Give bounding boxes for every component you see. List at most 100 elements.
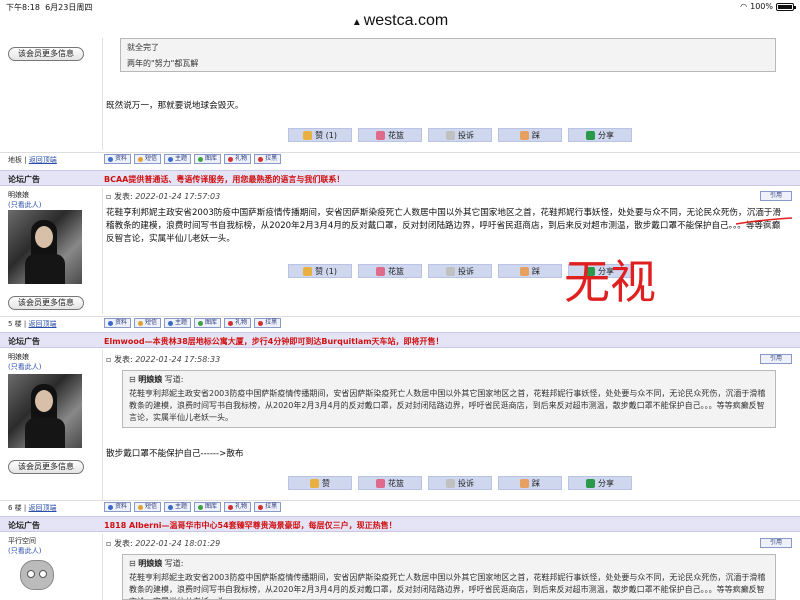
- thumbs-up-icon: [303, 266, 313, 276]
- block-icon: [258, 504, 264, 510]
- back-to-top-link[interactable]: 返回顶端: [29, 320, 57, 328]
- battery-percent: 100%: [750, 2, 773, 11]
- gift-tool[interactable]: 礼物: [224, 502, 252, 512]
- dislike-button[interactable]: 踩: [498, 128, 562, 142]
- block-icon: [258, 156, 264, 162]
- column-divider: [102, 350, 103, 500]
- post-icon: ▫: [106, 539, 112, 548]
- handwritten-annotation: 无视: [564, 217, 793, 306]
- topics-tool[interactable]: 主题: [164, 154, 192, 164]
- poster-name[interactable]: 平行空间: [8, 536, 41, 546]
- topics-icon: [168, 504, 174, 510]
- gift-tool[interactable]: 礼物: [224, 318, 252, 328]
- wifi-icon: ◠: [740, 2, 748, 11]
- dislike-button[interactable]: 踩: [498, 476, 562, 490]
- topics-tool[interactable]: 主题: [164, 502, 192, 512]
- avatar: [8, 210, 82, 284]
- quote-line: 两年的"努力"都瓦解: [127, 59, 199, 68]
- ad-label: 论坛广告: [8, 175, 40, 184]
- quote-icon: ⊟: [129, 559, 136, 568]
- profile-tool[interactable]: 资料: [104, 318, 132, 328]
- topics-tool[interactable]: 主题: [164, 318, 192, 328]
- report-icon: [446, 130, 455, 140]
- poster-info: 明娘娘 (只看此人): [8, 352, 41, 372]
- gift-icon: [228, 504, 234, 510]
- flower-button[interactable]: 花篮: [358, 128, 422, 142]
- share-button[interactable]: 分享: [568, 128, 632, 142]
- gift-tool[interactable]: 礼物: [224, 154, 252, 164]
- url-text: westca.com: [363, 12, 449, 29]
- block-icon: [258, 320, 264, 326]
- reply-quote-button[interactable]: 引用: [760, 191, 792, 201]
- block-tool[interactable]: 拉黑: [254, 318, 282, 328]
- report-button[interactable]: 投诉: [428, 476, 492, 490]
- report-button[interactable]: 投诉: [428, 264, 492, 278]
- tool-icons: 资料 短信 主题 图库 礼物 拉黑: [104, 502, 282, 512]
- like-button[interactable]: 赞 (1): [288, 128, 352, 142]
- back-to-top-link[interactable]: 返回顶端: [29, 504, 57, 512]
- topics-icon: [168, 320, 174, 326]
- gallery-tool[interactable]: 图库: [194, 318, 222, 328]
- floor-label: 5 楼: [8, 320, 22, 328]
- report-icon: [446, 266, 455, 276]
- block-tool[interactable]: 拉黑: [254, 154, 282, 164]
- quote-title: ⊟ 明娘娘 写道:: [129, 559, 184, 568]
- gallery-tool[interactable]: 图库: [194, 502, 222, 512]
- post-icon: ▫: [106, 355, 112, 364]
- like-button[interactable]: 赞: [288, 476, 352, 490]
- post-text: 既然说万一，那就要说地球会毁灭。: [106, 101, 244, 111]
- gallery-tool[interactable]: 图库: [194, 154, 222, 164]
- member-info-button[interactable]: 该会员更多信息: [8, 47, 84, 61]
- like-button[interactable]: 赞 (1): [288, 264, 352, 278]
- post-toolbar: 5 楼 | 返回顶端 资料 短信 主题 图库 礼物 拉黑: [0, 316, 800, 328]
- flower-button[interactable]: 花篮: [358, 264, 422, 278]
- profile-icon: [108, 504, 113, 510]
- column-divider: [102, 534, 103, 600]
- quote-text: 花鞋亨利邦妮主政安省2003防疫中国萨斯疫情传播期间，安省因萨斯染疫死亡人数居中…: [129, 573, 766, 599]
- reply-quote-button[interactable]: 引用: [760, 538, 792, 548]
- post-header: ▫ 发表: 2022-01-24 18:01:29: [106, 539, 221, 548]
- tool-icons: 资料 短信 主题 图库 礼物 拉黑: [104, 154, 282, 164]
- post-date: 2022-01-24 17:58:33: [135, 355, 221, 364]
- share-button[interactable]: 分享: [568, 476, 632, 490]
- reply-quote-button[interactable]: 引用: [760, 354, 792, 364]
- member-info-button[interactable]: 该会员更多信息: [8, 460, 84, 474]
- report-icon: [446, 478, 455, 488]
- back-to-top-link[interactable]: 返回顶端: [29, 156, 57, 164]
- flower-icon: [376, 478, 385, 488]
- thumbs-up-icon: [303, 130, 313, 140]
- tool-icons: 资料 短信 主题 图库 礼物 拉黑: [104, 318, 282, 328]
- message-tool[interactable]: 短信: [134, 318, 162, 328]
- address-bar[interactable]: ▲ westca.com: [0, 12, 800, 38]
- member-info-button[interactable]: 该会员更多信息: [8, 296, 84, 310]
- message-tool[interactable]: 短信: [134, 154, 162, 164]
- post-date: 2022-01-24 17:57:03: [135, 192, 221, 201]
- poster-name[interactable]: 明娘娘: [8, 190, 41, 200]
- profile-tool[interactable]: 资料: [104, 502, 132, 512]
- gallery-icon: [198, 504, 204, 510]
- thumbs-down-icon: [520, 478, 529, 488]
- report-button[interactable]: 投诉: [428, 128, 492, 142]
- lock-icon: ▲: [351, 17, 362, 28]
- flower-button[interactable]: 花篮: [358, 476, 422, 490]
- quote-box: ⊟ 明娘娘 写道: 花鞋亨利邦妮主政安省2003防疫中国萨斯疫情传播期间，安省因…: [122, 370, 776, 428]
- only-this-user-link[interactable]: (只看此人): [8, 200, 41, 210]
- poster-info: 平行空间 (只看此人): [8, 536, 41, 556]
- ad-link[interactable]: 1818 Alberni—温哥华市中心54套臻罕尊贵海景豪邸，每层仅三户，现正热…: [104, 520, 397, 531]
- poster-name[interactable]: 明娘娘: [8, 352, 41, 362]
- column-divider: [102, 188, 103, 314]
- ad-link[interactable]: BCAA提供普通话、粤语传译服务，用您最熟悉的语言与我们联系！: [104, 174, 344, 185]
- dislike-button[interactable]: 踩: [498, 264, 562, 278]
- floor-label: 6 楼: [8, 504, 22, 512]
- battery-icon: [776, 2, 796, 11]
- post-toolbar: 6 楼 | 返回顶端 资料 短信 主题 图库 礼物 拉黑: [0, 500, 800, 512]
- annotation-text: 无视: [564, 255, 656, 306]
- forum-ad: 论坛广告 1818 Alberni—温哥华市中心54套臻罕尊贵海景豪邸，每层仅三…: [0, 516, 800, 532]
- gallery-icon: [198, 320, 204, 326]
- only-this-user-link[interactable]: (只看此人): [8, 362, 41, 372]
- ad-link[interactable]: Elmwood—本贵林38层地标公寓大厦，步行4分钟即可到达Burquitlam…: [104, 336, 444, 347]
- message-tool[interactable]: 短信: [134, 502, 162, 512]
- gallery-icon: [198, 156, 204, 162]
- block-tool[interactable]: 拉黑: [254, 502, 282, 512]
- profile-tool[interactable]: 资料: [104, 154, 132, 164]
